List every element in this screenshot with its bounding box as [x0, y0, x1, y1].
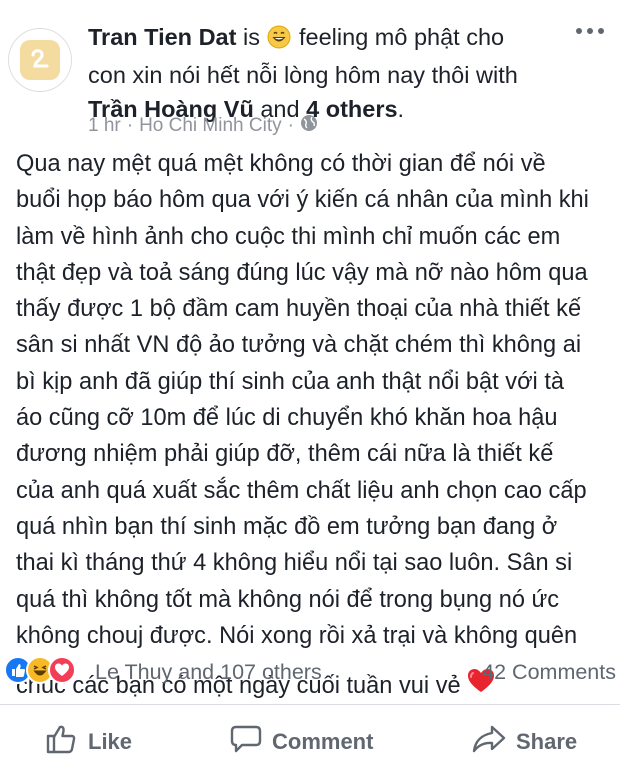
post-body-line: áo cũng cỡ 10m để lúc di chuyển khó khăn…	[16, 405, 558, 432]
comment-label: Comment	[272, 729, 374, 754]
feeling-text: feeling mô phật cho	[299, 24, 505, 50]
more-dot	[576, 28, 582, 34]
meta-separator: ·	[126, 115, 134, 136]
thumbs-up-icon	[46, 724, 78, 760]
post-body-line: thật đẹp và toả sáng đúng lúc vậy mà nỡ …	[16, 259, 588, 286]
like-button[interactable]: Like	[46, 724, 132, 760]
meta-separator-2: ·	[287, 115, 294, 136]
tagged-others-link[interactable]: 4 others	[306, 96, 397, 122]
post-body-line: thấy được 1 bộ đầm cam huyền thoại của n…	[16, 296, 582, 323]
post-location[interactable]: Ho Chi Minh City	[139, 115, 282, 137]
post-body-line: sân si nhất VN độ ảo tưởng và chặt chém …	[16, 332, 582, 359]
share-arrow-icon	[472, 724, 506, 760]
comment-button[interactable]: Comment	[230, 724, 373, 760]
post-body-line: của anh quá xuất sắc thêm chất liệu anh …	[16, 477, 587, 504]
comments-count[interactable]: 42 Comments	[482, 660, 616, 685]
author-name[interactable]: Tran Tien Dat	[88, 24, 236, 50]
post-body-line: đương nhiệm phải giúp đỡ, thêm cái nữa l…	[16, 441, 554, 468]
share-label: Share	[516, 729, 578, 754]
post-body-line: thai kì tháng thứ 4 không hiểu nổi tại s…	[16, 550, 573, 577]
more-dot	[598, 28, 604, 34]
love-reaction-icon	[48, 656, 76, 684]
reactions-summary[interactable]: Le Thuy and 107 others	[95, 660, 322, 685]
author-avatar[interactable]	[8, 28, 72, 92]
share-button[interactable]: Share	[472, 724, 577, 760]
more-options-icon[interactable]	[576, 28, 604, 34]
like-label: Like	[88, 729, 133, 754]
period: .	[397, 96, 405, 122]
post-body-line: không chouj được. Nói xong rồi xả trại v…	[16, 622, 578, 649]
divider	[0, 704, 620, 705]
post-header-text: Tran Tien Dat is feeling mô phật cho con…	[88, 20, 558, 126]
feeling-text-2: con xin nói hết nỗi lòng hôm nay thôi wi…	[88, 62, 518, 88]
post-meta: 1 hr · Ho Chi Minh City ·	[88, 114, 318, 138]
post-time[interactable]: 1 hr	[88, 115, 121, 137]
post-body-line: quá thì không tốt mà không nói để trong …	[16, 586, 560, 613]
grinning-face-icon	[267, 24, 291, 58]
is-text: is	[242, 24, 260, 50]
post-body-line: làm về hình ảnh cho cuộc thi mình chỉ mu…	[16, 223, 561, 250]
globe-icon[interactable]	[300, 114, 318, 138]
post-body: Qua nay mệt quá mệt không có thời gian đ…	[16, 146, 616, 706]
more-dot	[587, 28, 593, 34]
post-body-line: buổi họp báo hôm qua với ý kiến cá nhân …	[16, 187, 589, 214]
post-body-line: Qua nay mệt quá mệt không có thời gian đ…	[16, 151, 546, 177]
action-bar: Like Comment Share	[0, 712, 620, 772]
post-body-line: quá nhìn bạn thí sinh mặc đồ em tưởng bạ…	[16, 513, 558, 540]
post-header: Tran Tien Dat is feeling mô phật cho con…	[0, 0, 620, 150]
swan-logo-icon	[20, 40, 60, 80]
reaction-icons[interactable]	[4, 656, 76, 684]
post-body-line: bì kịp anh đã giúp thí sinh của anh thật…	[16, 368, 565, 395]
reactions-bar: Le Thuy and 107 others 42 Comments	[0, 652, 620, 692]
speech-bubble-icon	[230, 724, 262, 760]
